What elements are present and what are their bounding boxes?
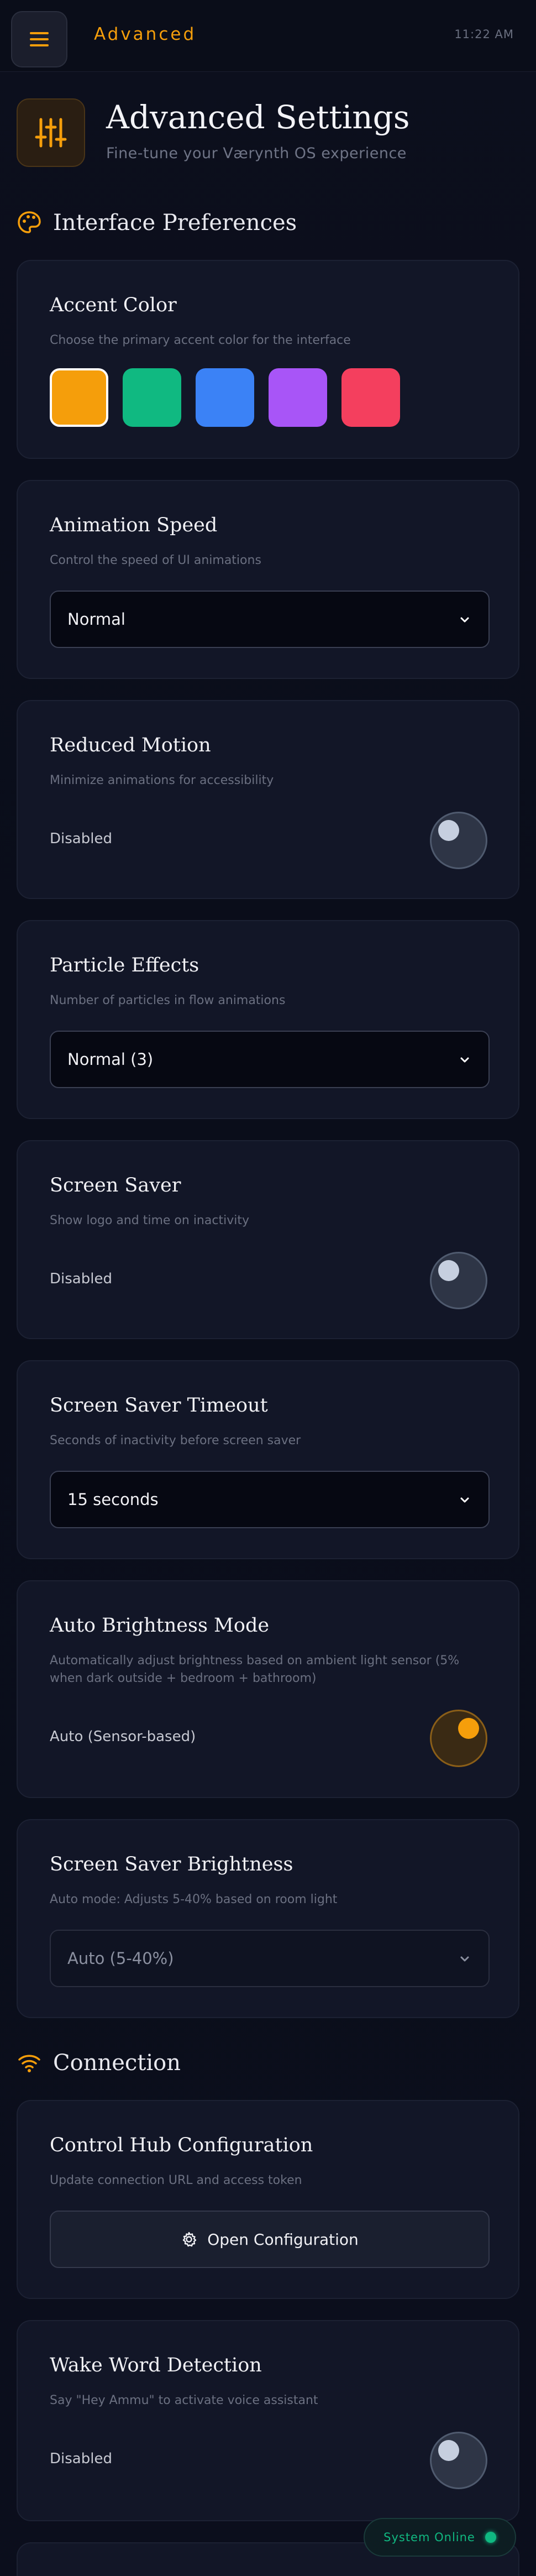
chevron-down-icon: [460, 1497, 469, 1503]
open-configuration-button[interactable]: Open Configuration: [50, 2211, 490, 2268]
card-reduced-motion: Reduced Motion Minimize animations for a…: [17, 700, 519, 899]
card-animation-speed: Animation Speed Control the speed of UI …: [17, 480, 519, 679]
reduced-motion-toggle[interactable]: [430, 812, 487, 869]
swatch-purple[interactable]: [269, 368, 327, 427]
select-value: 15 seconds: [67, 1490, 159, 1509]
auto-brightness-toggle[interactable]: [430, 1710, 487, 1767]
screen-saver-toggle[interactable]: [430, 1252, 487, 1309]
card-control-hub: Control Hub Configuration Update connect…: [17, 2100, 519, 2299]
gear-icon: [183, 2232, 197, 2247]
card-title: Screen Saver Timeout: [50, 1394, 268, 1417]
card-auto-brightness: Auto Brightness Mode Automatically adjus…: [17, 1580, 519, 1798]
swatch-red[interactable]: [341, 368, 400, 427]
card-wake-word: Wake Word Detection Say "Hey Ammu" to ac…: [17, 2320, 519, 2521]
card-title: Reduced Motion: [50, 734, 211, 756]
card-title: Auto Brightness Mode: [50, 1614, 270, 1637]
button-label: Open Configuration: [207, 2230, 359, 2249]
card-title: Screen Saver: [50, 1174, 181, 1196]
menu-icon: [30, 32, 49, 46]
swatch-green[interactable]: [123, 368, 181, 427]
palette-icon: [18, 211, 41, 233]
wifi-icon: [18, 2055, 40, 2072]
page-title: Advanced Settings: [106, 98, 410, 136]
accent-swatches: [50, 368, 400, 427]
page-subtitle: Fine-tune your Værynth OS experience: [106, 145, 407, 162]
section-label: Connection: [53, 2050, 181, 2076]
card-description: Show logo and time on inactivity: [50, 1214, 249, 1227]
screen-saver-brightness-select[interactable]: Auto (5-40%): [50, 1930, 490, 1987]
card-description: Number of particles in flow animations: [50, 994, 286, 1007]
status-badge: System Online: [364, 2518, 516, 2557]
card-description: Minimize animations for accessibility: [50, 774, 274, 787]
card-description: Update connection URL and access token: [50, 2173, 302, 2187]
menu-button[interactable]: [11, 11, 67, 67]
toggle-state-label: Disabled: [50, 2450, 112, 2467]
card-description: Seconds of inactivity before screen save…: [50, 1434, 301, 1448]
card-description: Automatically adjust brightness based on…: [50, 1654, 460, 1685]
select-value: Auto (5-40%): [67, 1949, 174, 1968]
card-title: Screen Saver Brightness: [50, 1853, 293, 1875]
card-description: Choose the primary accent color for the …: [50, 333, 351, 347]
card-description: Say "Hey Ammu" to activate voice assista…: [50, 2394, 318, 2407]
card-screen-saver: Screen Saver Show logo and time on inact…: [17, 1140, 519, 1339]
card-title: Animation Speed: [50, 514, 218, 536]
swatch-blue[interactable]: [196, 368, 254, 427]
screen-saver-timeout-select[interactable]: 15 seconds: [50, 1471, 490, 1528]
card-description: Control the speed of UI animations: [50, 553, 261, 567]
toggle-state-label: Disabled: [50, 1271, 112, 1287]
sliders-icon: [17, 98, 85, 167]
select-value: Normal (3): [67, 1050, 154, 1069]
toggle-state-label: Disabled: [50, 830, 112, 847]
wake-word-toggle[interactable]: [430, 2432, 487, 2489]
section-interface-preferences: Interface Preferences: [17, 210, 297, 236]
chevron-down-icon: [460, 1057, 469, 1063]
app-title: Advanced: [94, 24, 197, 44]
select-value: Normal: [67, 610, 125, 629]
toggle-state-label: Auto (Sensor-based): [50, 1728, 196, 1745]
card-particle-effects: Particle Effects Number of particles in …: [17, 920, 519, 1119]
particle-effects-select[interactable]: Normal (3): [50, 1031, 490, 1088]
clock: 11:22 AM: [454, 28, 514, 41]
card-title: Control Hub Configuration: [50, 2134, 313, 2156]
card-title: Particle Effects: [50, 954, 199, 976]
chevron-down-icon: [460, 1956, 469, 1962]
card-title: Wake Word Detection: [50, 2354, 262, 2376]
card-description: Auto mode: Adjusts 5-40% based on room l…: [50, 1893, 338, 1906]
swatch-amber[interactable]: [50, 368, 108, 427]
status-online-dot: [485, 2532, 496, 2543]
animation-speed-select[interactable]: Normal: [50, 591, 490, 648]
card-accent-color: Accent Color Choose the primary accent c…: [17, 260, 519, 459]
section-label: Interface Preferences: [53, 210, 297, 236]
card-title: Accent Color: [50, 294, 177, 316]
card-screen-saver-timeout: Screen Saver Timeout Seconds of inactivi…: [17, 1360, 519, 1559]
section-connection: Connection: [17, 2050, 181, 2076]
card-screen-saver-brightness: Screen Saver Brightness Auto mode: Adjus…: [17, 1819, 519, 2018]
status-label: System Online: [383, 2531, 475, 2544]
top-bar: Advanced 11:22 AM: [0, 0, 536, 72]
chevron-down-icon: [460, 617, 469, 623]
